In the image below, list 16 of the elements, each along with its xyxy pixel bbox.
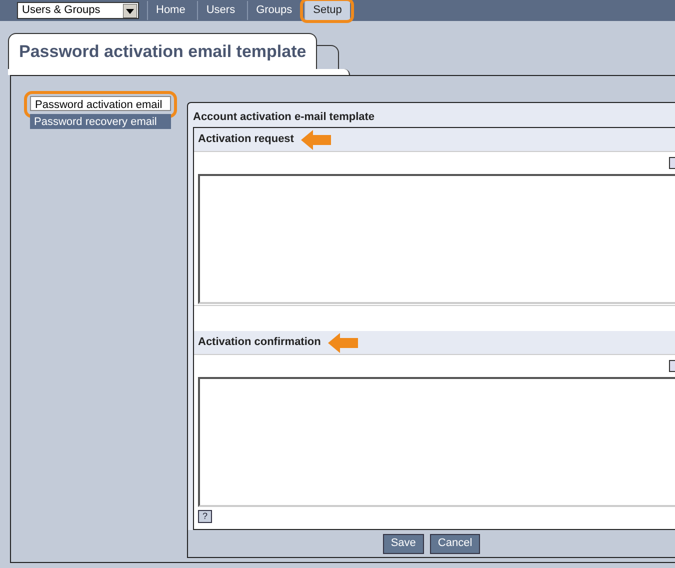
sidebar-item[interactable]: Password activation email — [30, 96, 171, 111]
secondary-tab[interactable] — [317, 45, 340, 69]
module-select[interactable]: Users & Groups — [17, 2, 139, 19]
form-button[interactable]: Cancel — [430, 534, 480, 554]
form-button[interactable]: Save — [382, 534, 424, 554]
sidebar-item[interactable]: Password recovery email — [30, 114, 171, 128]
nav-tab[interactable]: Setup — [304, 1, 350, 20]
editor-toolbar-icon[interactable] — [669, 360, 675, 372]
dropdown-caret-icon — [123, 4, 137, 18]
panel-title: Account activation e-mail template — [193, 110, 376, 126]
section-title: Activation confirmation — [198, 335, 321, 350]
help-button[interactable]: ? — [198, 510, 212, 524]
editor-toolbar-icon[interactable] — [669, 157, 675, 170]
section-title: Activation request — [198, 132, 294, 148]
page-title-tab[interactable]: Password activation email template — [8, 33, 318, 69]
page-title: Password activation email template — [19, 40, 306, 63]
